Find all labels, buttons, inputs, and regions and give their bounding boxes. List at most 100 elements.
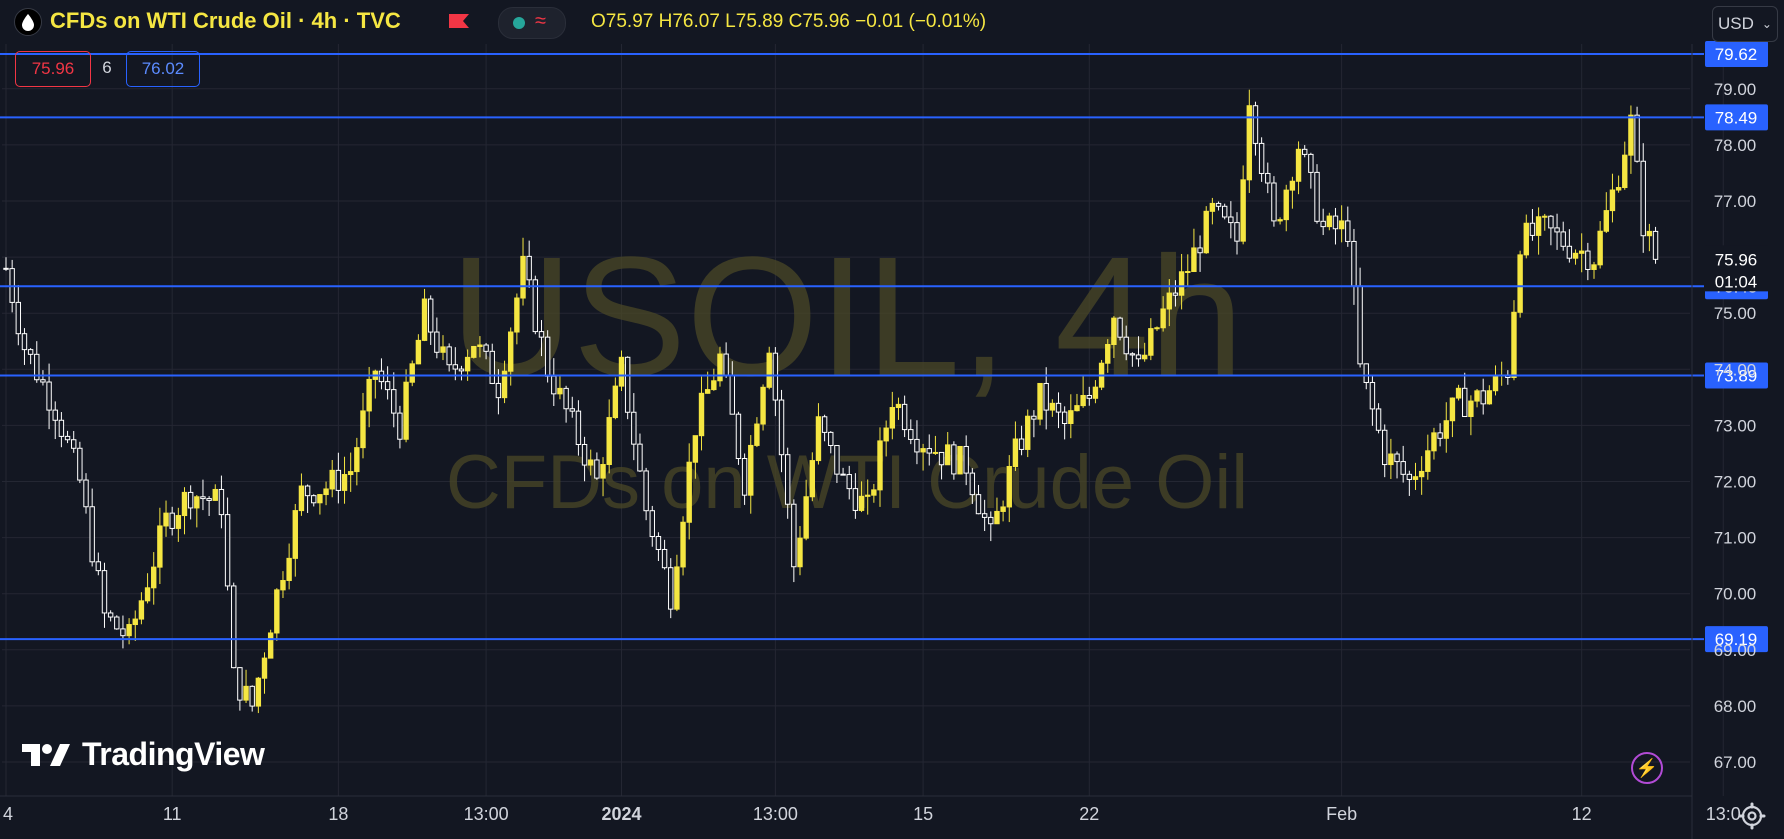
watermark-symbol: USOIL, 4h xyxy=(450,222,1244,412)
candle-body xyxy=(446,346,452,366)
candle-body xyxy=(194,496,200,509)
candle-body xyxy=(1369,381,1376,410)
candle-body xyxy=(409,363,415,383)
price-axis[interactable]: 67.00 68.00 69.00 70.00 71.00 72.00 73.00 74.00… xyxy=(1691,44,1768,839)
candle-body xyxy=(581,443,588,466)
candle-body xyxy=(865,494,871,497)
candle-body xyxy=(151,566,157,589)
candle-body xyxy=(1345,220,1351,242)
candle-body xyxy=(3,267,9,270)
price-tick-label: 74.00 xyxy=(1714,360,1757,379)
candle-body xyxy=(858,495,865,511)
candle-body xyxy=(107,612,114,618)
candle-body xyxy=(551,375,557,395)
candle-body xyxy=(680,521,686,568)
price-tick-label: 75.00 xyxy=(1714,304,1757,323)
market-open-dot-icon xyxy=(513,17,525,29)
lightning-icon[interactable]: ⚡ xyxy=(1631,752,1663,784)
candle-body xyxy=(1388,453,1394,466)
candle-body xyxy=(1332,215,1339,230)
market-status-pill[interactable]: ≈ xyxy=(498,7,566,39)
candle-body xyxy=(1018,438,1025,450)
candle-body xyxy=(717,353,723,382)
last-price-label: 75.96 xyxy=(1715,250,1758,269)
candle-body xyxy=(1363,363,1369,383)
candle-body xyxy=(1560,231,1566,247)
candle-body xyxy=(132,618,138,626)
candle-body xyxy=(464,356,471,372)
candle-body xyxy=(945,444,951,466)
candle-body xyxy=(569,408,575,412)
candle-body xyxy=(938,451,945,466)
candle-body xyxy=(1418,470,1425,478)
time-tick-label: 18 xyxy=(328,804,348,824)
candle-body xyxy=(71,439,77,449)
candle-body xyxy=(95,561,102,572)
candle-body xyxy=(575,410,582,445)
candle-body xyxy=(975,494,982,515)
candle-body xyxy=(895,403,902,409)
symbol-title[interactable]: CFDs on WTI Crude Oil · 4h · TVC xyxy=(50,8,401,34)
candle-body xyxy=(1289,180,1296,191)
time-tick-label: 2024 xyxy=(601,804,641,824)
candle-body xyxy=(828,431,834,447)
candle-body xyxy=(1074,405,1080,412)
ohlc-low-value: 75.89 xyxy=(735,11,784,32)
time-tick-label: 12 xyxy=(1572,804,1592,824)
candle-body xyxy=(711,380,717,391)
spread-value: 6 xyxy=(102,58,112,77)
candle-body xyxy=(655,535,662,550)
time-axis[interactable]: 4 11 18 13:00 2024 13:00 15 22 Feb 12 13:0 xyxy=(0,795,1741,824)
price-tick-label: 70.00 xyxy=(1714,585,1757,604)
candle-body xyxy=(778,399,785,456)
flag-icon[interactable] xyxy=(448,13,470,29)
candle-body xyxy=(520,255,526,299)
candle-body xyxy=(606,417,612,466)
price-tick-label: 71.00 xyxy=(1714,529,1757,548)
candle-body xyxy=(815,416,822,462)
tradingview-logo[interactable]: TradingView xyxy=(20,736,265,773)
price-chart[interactable]: USOIL, 4h CFDs on WTI Crude Oil 79.6278.… xyxy=(0,0,1784,839)
candle-body xyxy=(981,513,988,518)
candle-body xyxy=(397,412,403,440)
bar-countdown-label: 01:04 xyxy=(1715,272,1758,291)
candle-body xyxy=(1394,453,1400,463)
candle-body xyxy=(834,445,840,475)
candle-body xyxy=(1603,210,1609,232)
ohlc-close-label: C xyxy=(788,11,803,32)
candle-body xyxy=(1129,353,1136,356)
candle-body xyxy=(1148,328,1154,356)
candle-body xyxy=(292,510,298,559)
time-tick-label: 11 xyxy=(163,804,182,824)
candle-body xyxy=(1295,148,1302,182)
candle-body xyxy=(261,657,268,679)
candle-body xyxy=(1412,476,1419,480)
candle-body xyxy=(951,444,957,475)
candle-body xyxy=(77,447,83,481)
candle-body xyxy=(1535,216,1542,236)
candle-body xyxy=(557,387,563,395)
sell-price-box[interactable]: 75.96 xyxy=(15,51,91,87)
gear-icon[interactable] xyxy=(1736,800,1768,832)
candle-body xyxy=(1375,408,1382,431)
candle-body xyxy=(1031,415,1037,420)
ohlc-high-label: H xyxy=(658,11,673,32)
candle-body xyxy=(1055,402,1062,413)
candle-body xyxy=(994,510,1000,525)
candle-body xyxy=(704,389,711,394)
candle-body xyxy=(267,632,274,659)
data-delay-icon: ≈ xyxy=(535,10,546,32)
candle-body xyxy=(1431,432,1437,452)
candle-body xyxy=(452,364,459,370)
buy-price-box[interactable]: 76.02 xyxy=(126,51,200,87)
candle-body xyxy=(1382,429,1388,466)
candle-body xyxy=(600,464,606,479)
currency-select[interactable]: USD ⌄ xyxy=(1712,6,1778,42)
candle-body xyxy=(1652,230,1659,260)
candle-body xyxy=(1068,410,1074,425)
candle-body xyxy=(489,350,495,384)
candle-body xyxy=(1302,148,1308,155)
chevron-down-icon: ⌄ xyxy=(1761,17,1772,31)
candle-body xyxy=(1265,172,1271,184)
candle-body xyxy=(1160,308,1166,329)
